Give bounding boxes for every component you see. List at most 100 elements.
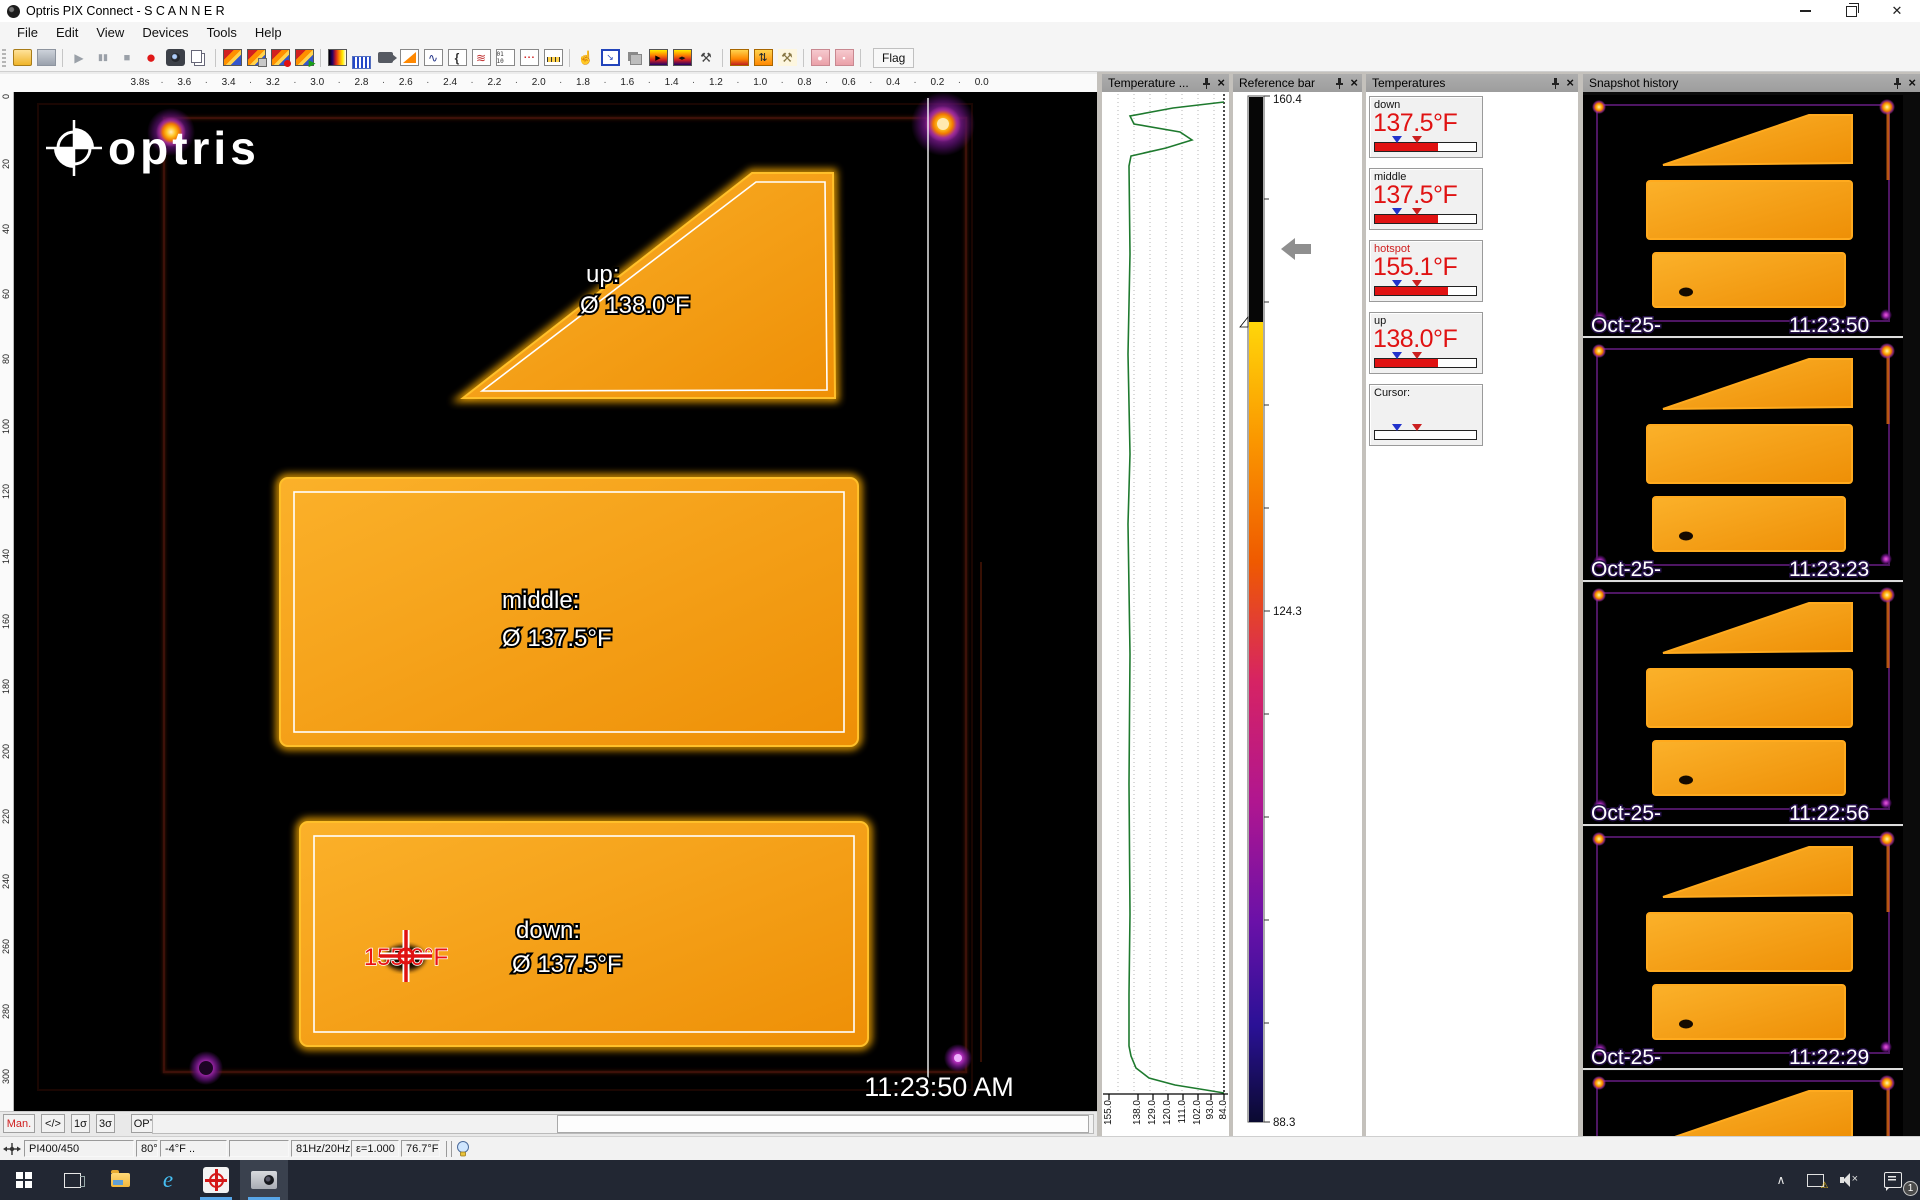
horizontal-scrollbar[interactable] [152,1114,1094,1134]
menu-tools[interactable]: Tools [198,22,246,44]
temperature-wedge-button[interactable] [397,46,421,70]
bar-marker-red-icon[interactable] [1412,136,1422,143]
mode-button-[interactable]: </> [41,1114,65,1133]
profile-curve-button[interactable] [445,46,469,70]
open-file-button[interactable] [10,46,34,70]
ir-image-copy-window-button[interactable] [244,46,268,70]
close-panel-icon[interactable]: × [1566,77,1574,89]
close-button[interactable]: ✕ [1874,0,1920,22]
thermal-image-canvas[interactable]: up: Ø 138.0°F middle: Ø 137.5°F down: Ø … [14,92,1097,1111]
bar-marker-red-icon[interactable] [1412,280,1422,287]
minimize-button[interactable] [1782,0,1828,22]
open-file-icon [13,49,32,66]
level-arrow-icon[interactable] [1281,238,1311,260]
scrollbar-thumb[interactable] [557,1115,1089,1133]
snapshot-item[interactable]: Oct-25-11:23:50 [1583,95,1903,338]
close-panel-icon[interactable]: × [1217,77,1225,89]
video-window-button[interactable] [373,46,397,70]
histogram-button[interactable] [349,46,373,70]
status-range: -4°F .. 212°F [160,1140,227,1157]
network-status-icon[interactable] [1798,1160,1832,1200]
menu-help[interactable]: Help [246,22,291,44]
bar-marker-blue-icon[interactable] [1392,424,1402,431]
copy-button[interactable] [187,46,211,70]
stop-button[interactable] [115,46,139,70]
digital-display-button[interactable] [493,46,517,70]
panel-header[interactable]: Temperature ... × [1102,74,1229,92]
bar-marker-blue-icon[interactable] [1392,136,1402,143]
pan-hand-button[interactable] [574,46,598,70]
restore-button[interactable] [1828,0,1874,22]
reference-bar-button[interactable] [517,46,541,70]
mode-button-1[interactable]: 1σ [71,1114,90,1133]
bar-marker-red-icon[interactable] [1412,424,1422,431]
close-panel-icon[interactable]: × [1350,77,1358,89]
action-center-icon[interactable]: 1 [1866,1160,1920,1200]
fullscreen-button[interactable] [598,46,622,70]
start-button[interactable] [0,1160,48,1200]
menu-file[interactable]: File [8,22,47,44]
adjust-tools-button[interactable] [775,46,799,70]
colorbar-range-button[interactable] [646,46,670,70]
snapshot-camera-button[interactable] [163,46,187,70]
snapshot-item[interactable]: Oct-25-11:22:29 [1583,827,1903,1070]
task-view-button[interactable] [48,1160,96,1200]
menu-view[interactable]: View [87,22,133,44]
play-button[interactable] [67,46,91,70]
mode-button-3[interactable]: 3σ [96,1114,115,1133]
save-button[interactable] [34,46,58,70]
layers-button[interactable] [622,46,646,70]
multi-diagram-button[interactable] [469,46,493,70]
save-pale-button[interactable] [832,46,856,70]
ruler-left-label: 0 [1,94,11,99]
menu-devices[interactable]: Devices [133,22,197,44]
internet-explorer-icon[interactable] [144,1160,192,1200]
optris-app-icon[interactable] [192,1160,240,1200]
notification-badge: 1 [1903,1181,1918,1196]
snapshot-item[interactable] [1583,1071,1903,1136]
panel-header[interactable]: Reference bar × [1233,74,1362,92]
pin-icon[interactable] [1335,78,1344,89]
file-explorer-icon[interactable] [96,1160,144,1200]
snapshot-item[interactable]: Oct-25-11:23:23 [1583,339,1903,582]
panel-header[interactable]: Temperatures × [1366,74,1578,92]
record-pale-button[interactable] [808,46,832,70]
bar-marker-blue-icon[interactable] [1392,352,1402,359]
ir-image-export-button[interactable] [292,46,316,70]
gradient-range-button[interactable] [727,46,751,70]
range-arrows-button[interactable] [751,46,775,70]
snapshot-time: 11:23:23 [1789,558,1869,580]
tray-chevron-icon[interactable] [1764,1160,1798,1200]
region-value-down: Ø 137.5°F [512,951,622,978]
toolbar-grip[interactable] [2,49,6,67]
scale-ruler-button[interactable] [541,46,565,70]
panel-header[interactable]: Snapshot history × [1583,74,1920,92]
ir-image-window-button[interactable] [220,46,244,70]
record-button[interactable] [139,46,163,70]
palette-button[interactable] [325,46,349,70]
range-marker[interactable] [1240,317,1248,327]
bar-marker-blue-icon[interactable] [1392,208,1402,215]
pin-icon[interactable] [1551,78,1560,89]
bar-marker-blue-icon[interactable] [1392,280,1402,287]
camera-app-icon[interactable] [240,1160,288,1200]
record-pale-icon [811,49,830,66]
snapshot-item[interactable]: Oct-25-11:22:56 [1583,583,1903,826]
measure-tools-button[interactable] [694,46,718,70]
flag-button[interactable]: Flag [873,48,914,68]
bar-marker-red-icon[interactable] [1412,208,1422,215]
mode-button-man[interactable]: Man. [3,1114,35,1133]
pin-icon[interactable] [1202,78,1211,89]
panel-title: Temperatures [1372,76,1445,90]
diagram-button[interactable] [421,46,445,70]
pin-icon[interactable] [1893,78,1902,89]
pause-button[interactable] [91,46,115,70]
ir-image-record-button[interactable] [268,46,292,70]
close-panel-icon[interactable]: × [1908,77,1916,89]
volume-muted-icon[interactable]: × [1832,1160,1866,1200]
bar-marker-red-icon[interactable] [1412,352,1422,359]
menu-edit[interactable]: Edit [47,22,87,44]
temperature-bar-fill [1375,143,1438,151]
colorbar-marks-button[interactable] [670,46,694,70]
thermal-image-view[interactable]: up: Ø 138.0°F middle: Ø 137.5°F down: Ø … [14,92,1097,1111]
